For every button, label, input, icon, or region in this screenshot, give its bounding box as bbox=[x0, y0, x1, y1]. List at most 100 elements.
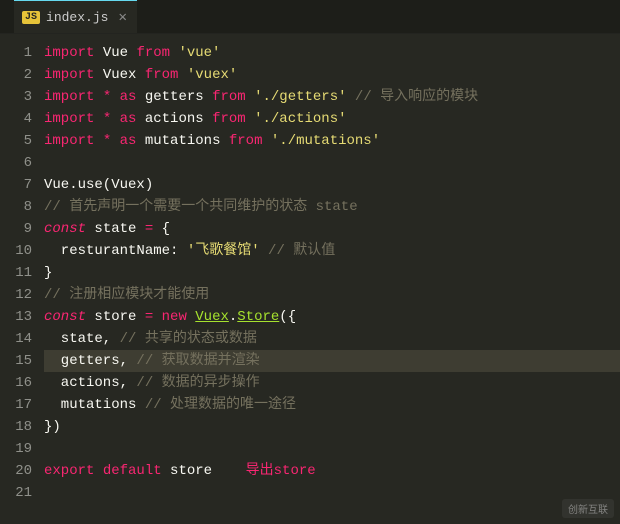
code-token: '飞歌餐馆' bbox=[187, 243, 260, 259]
code-line[interactable]: Vue.use(Vuex) bbox=[44, 174, 620, 196]
code-token: = bbox=[145, 309, 153, 325]
code-token: './getters' bbox=[254, 89, 346, 105]
code-token: import bbox=[44, 45, 94, 61]
code-token: default bbox=[103, 463, 162, 479]
code-token bbox=[111, 89, 119, 105]
code-token bbox=[246, 89, 254, 105]
code-token: store bbox=[162, 463, 246, 479]
code-token: mutations bbox=[44, 397, 145, 413]
code-token: import bbox=[44, 89, 94, 105]
code-token: 'vue' bbox=[178, 45, 220, 61]
code-line[interactable]: import Vue from 'vue' bbox=[44, 42, 620, 64]
code-line[interactable]: }) bbox=[44, 416, 620, 438]
code-token bbox=[94, 89, 102, 105]
code-token: store bbox=[86, 309, 145, 325]
code-line[interactable]: resturantName: '飞歌餐馆' // 默认值 bbox=[44, 240, 620, 262]
code-token: Vue bbox=[94, 45, 136, 61]
code-token: = bbox=[145, 221, 153, 237]
line-number: 11 bbox=[0, 262, 32, 284]
code-editor[interactable]: 123456789101112131415161718192021 import… bbox=[0, 34, 620, 524]
code-token bbox=[347, 89, 355, 105]
line-number: 13 bbox=[0, 306, 32, 328]
line-number: 5 bbox=[0, 130, 32, 152]
code-token: from bbox=[212, 89, 246, 105]
code-token: { bbox=[153, 221, 170, 237]
line-number: 21 bbox=[0, 482, 32, 504]
code-token bbox=[94, 133, 102, 149]
code-token: export bbox=[44, 463, 94, 479]
code-line[interactable]: } bbox=[44, 262, 620, 284]
line-number: 15 bbox=[0, 350, 32, 372]
code-line[interactable]: import * as actions from './actions' bbox=[44, 108, 620, 130]
code-line[interactable] bbox=[44, 152, 620, 174]
line-number: 10 bbox=[0, 240, 32, 262]
code-token bbox=[94, 463, 102, 479]
code-token: getters, bbox=[44, 353, 136, 369]
code-token: mutations bbox=[136, 133, 228, 149]
close-icon[interactable]: ✕ bbox=[118, 9, 126, 26]
code-line[interactable]: actions, // 数据的异步操作 bbox=[44, 372, 620, 394]
code-line[interactable]: // 首先声明一个需要一个共同维护的状态 state bbox=[44, 196, 620, 218]
file-tab-indexjs[interactable]: JS index.js ✕ bbox=[14, 0, 137, 33]
code-token: * bbox=[103, 133, 111, 149]
code-line[interactable]: import Vuex from 'vuex' bbox=[44, 64, 620, 86]
code-token: Vuex bbox=[94, 67, 144, 83]
code-token: // 处理数据的唯一途径 bbox=[145, 397, 296, 413]
code-line[interactable]: export default store 导出store bbox=[44, 460, 620, 482]
code-token: // 数据的异步操作 bbox=[136, 375, 259, 391]
code-token: 'vuex' bbox=[187, 67, 237, 83]
line-number: 12 bbox=[0, 284, 32, 306]
code-token: as bbox=[120, 111, 137, 127]
code-token: }) bbox=[44, 419, 61, 435]
code-token: from bbox=[136, 45, 170, 61]
code-token bbox=[94, 111, 102, 127]
code-line[interactable]: // 注册相应模块才能使用 bbox=[44, 284, 620, 306]
code-token: state bbox=[86, 221, 145, 237]
code-line[interactable]: getters, // 获取数据并渲染 bbox=[44, 350, 620, 372]
code-token: as bbox=[120, 89, 137, 105]
line-number: 18 bbox=[0, 416, 32, 438]
line-number: 2 bbox=[0, 64, 32, 86]
code-line[interactable]: const store = new Vuex.Store({ bbox=[44, 306, 620, 328]
code-token: from bbox=[212, 111, 246, 127]
code-line[interactable]: mutations // 处理数据的唯一途径 bbox=[44, 394, 620, 416]
code-token bbox=[262, 133, 270, 149]
code-token: ({ bbox=[279, 309, 296, 325]
line-number: 19 bbox=[0, 438, 32, 460]
code-line[interactable] bbox=[44, 482, 620, 504]
code-token: actions bbox=[136, 111, 212, 127]
line-number: 14 bbox=[0, 328, 32, 350]
code-token: from bbox=[145, 67, 179, 83]
code-token bbox=[153, 309, 161, 325]
code-line[interactable]: import * as getters from './getters' // … bbox=[44, 86, 620, 108]
line-number: 9 bbox=[0, 218, 32, 240]
code-token: const bbox=[44, 221, 86, 237]
js-file-icon: JS bbox=[22, 11, 40, 24]
tab-bar: JS index.js ✕ bbox=[0, 0, 620, 34]
code-token: as bbox=[120, 133, 137, 149]
code-token: from bbox=[229, 133, 263, 149]
code-token bbox=[187, 309, 195, 325]
code-token: './mutations' bbox=[271, 133, 380, 149]
code-token: getters bbox=[136, 89, 212, 105]
line-number: 4 bbox=[0, 108, 32, 130]
code-line[interactable]: const state = { bbox=[44, 218, 620, 240]
line-number: 16 bbox=[0, 372, 32, 394]
code-token: // 共享的状态或数据 bbox=[120, 331, 257, 347]
code-token: // 注册相应模块才能使用 bbox=[44, 287, 209, 303]
line-number: 20 bbox=[0, 460, 32, 482]
code-token: actions, bbox=[44, 375, 136, 391]
code-line[interactable]: import * as mutations from './mutations' bbox=[44, 130, 620, 152]
code-line[interactable] bbox=[44, 438, 620, 460]
code-token: 导出store bbox=[246, 463, 316, 479]
code-line[interactable]: state, // 共享的状态或数据 bbox=[44, 328, 620, 350]
watermark-label: 创新互联 bbox=[562, 499, 614, 518]
code-content[interactable]: import Vue from 'vue'import Vuex from 'v… bbox=[44, 34, 620, 524]
code-token: // 默认值 bbox=[268, 243, 335, 259]
code-token bbox=[111, 111, 119, 127]
code-token bbox=[178, 67, 186, 83]
code-token: // 获取数据并渲染 bbox=[136, 353, 259, 369]
code-token: import bbox=[44, 133, 94, 149]
code-token: new bbox=[162, 309, 187, 325]
code-token: * bbox=[103, 111, 111, 127]
